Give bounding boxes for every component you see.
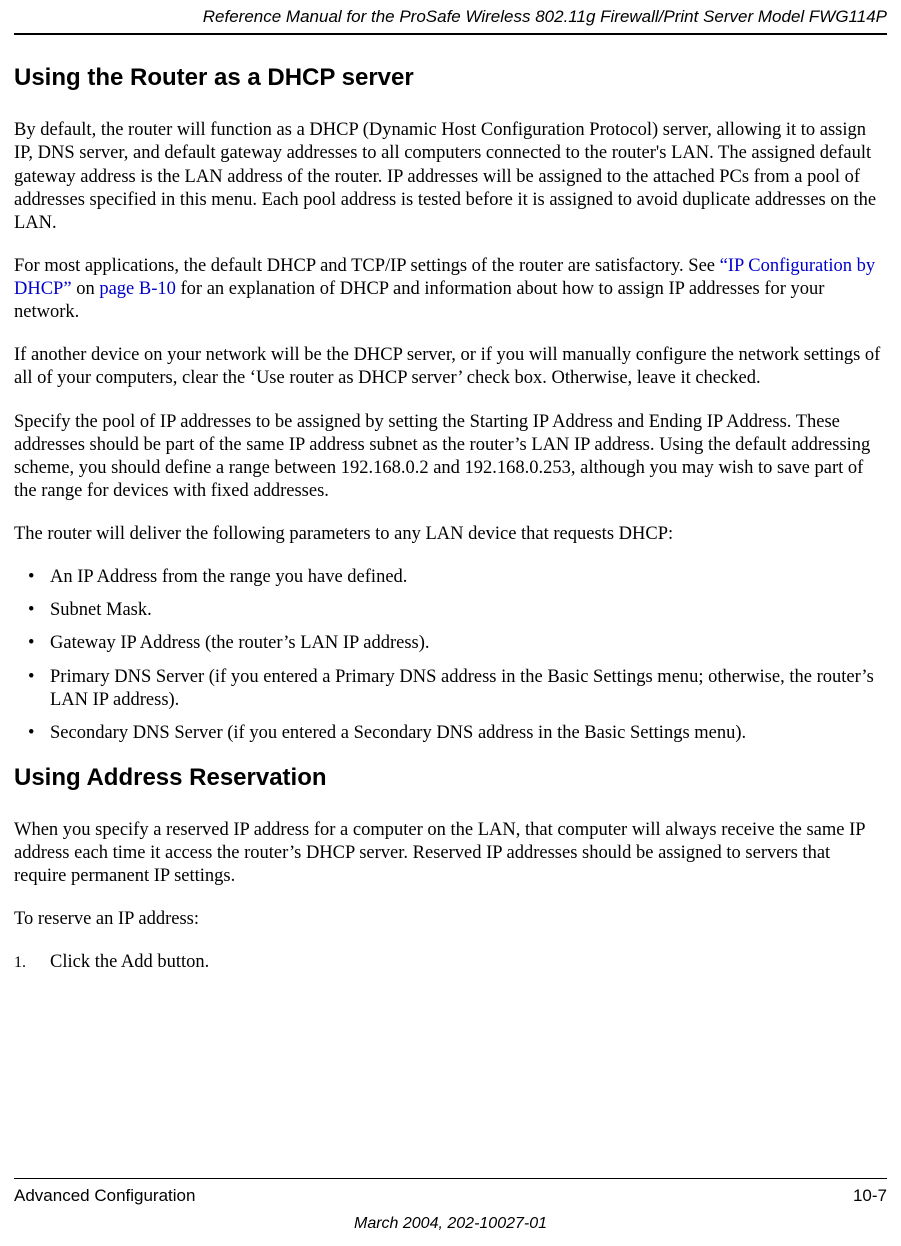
heading-dhcp-server: Using the Router as a DHCP server [14, 63, 887, 93]
list-item: An IP Address from the range you have de… [14, 566, 887, 589]
page: Reference Manual for the ProSafe Wireles… [0, 0, 901, 1246]
page-footer: Advanced Configuration 10-7 March 2004, … [14, 1178, 887, 1234]
step-number: 1. [14, 953, 26, 973]
running-header: Reference Manual for the ProSafe Wireles… [14, 0, 887, 33]
heading-address-reservation: Using Address Reservation [14, 763, 887, 793]
list-item: Gateway IP Address (the router’s LAN IP … [14, 632, 887, 655]
step-text: Click the Add button. [50, 952, 209, 972]
bullet-list-dhcp-params: An IP Address from the range you have de… [14, 566, 887, 745]
para-other-dhcp: If another device on your network will b… [14, 344, 887, 390]
list-item: 1. Click the Add button. [14, 951, 887, 974]
list-item: Secondary DNS Server (if you entered a S… [14, 722, 887, 745]
footer-date-doc: March 2004, 202-10027-01 [14, 1214, 887, 1234]
para-reserve-steps-intro: To reserve an IP address: [14, 908, 887, 931]
text-mid: on [72, 279, 100, 299]
para-reservation-intro: When you specify a reserved IP address f… [14, 819, 887, 888]
header-rule [14, 33, 887, 35]
footer-section-title: Advanced Configuration [14, 1185, 195, 1206]
para-dhcp-intro: By default, the router will function as … [14, 119, 887, 235]
footer-row: Advanced Configuration 10-7 [14, 1185, 887, 1206]
footer-rule [14, 1178, 887, 1179]
list-item: Subnet Mask. [14, 599, 887, 622]
para-dhcp-defaults: For most applications, the default DHCP … [14, 255, 887, 324]
list-item: Primary DNS Server (if you entered a Pri… [14, 666, 887, 712]
text-pre: For most applications, the default DHCP … [14, 256, 720, 276]
footer-page-number: 10-7 [853, 1185, 887, 1206]
para-ip-pool: Specify the pool of IP addresses to be a… [14, 411, 887, 504]
link-page-b10[interactable]: page B-10 [99, 279, 176, 299]
ordered-list-reserve-steps: 1. Click the Add button. [14, 951, 887, 974]
para-params-intro: The router will deliver the following pa… [14, 523, 887, 546]
